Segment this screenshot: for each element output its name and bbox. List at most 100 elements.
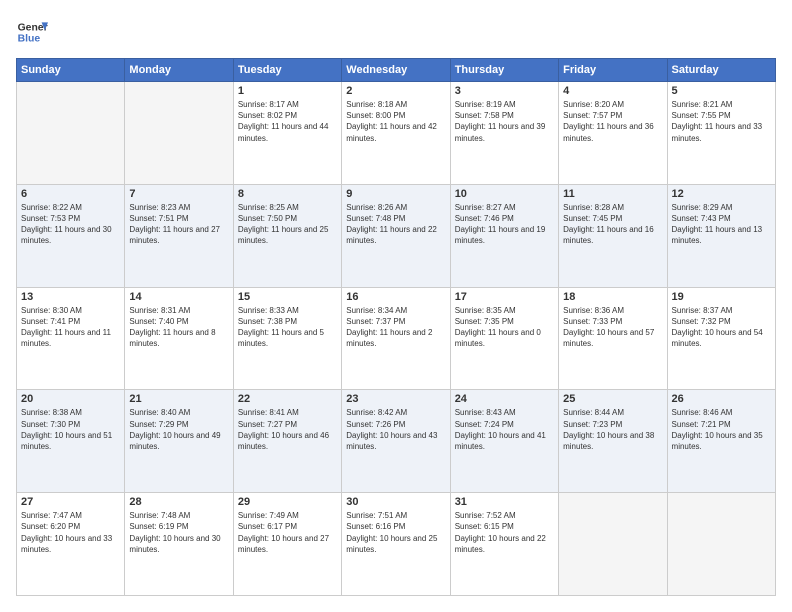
- calendar-cell: 10 Sunrise: 8:27 AM Sunset: 7:46 PM Dayli…: [450, 184, 558, 287]
- weekday-header-friday: Friday: [559, 59, 667, 82]
- day-content: Sunrise: 8:46 AM Sunset: 7:21 PM Dayligh…: [672, 407, 771, 452]
- day-content: Sunrise: 8:36 AM Sunset: 7:33 PM Dayligh…: [563, 305, 662, 350]
- day-number: 19: [672, 291, 771, 303]
- day-number: 24: [455, 393, 554, 405]
- week-row-5: 27 Sunrise: 7:47 AM Sunset: 6:20 PM Dayli…: [17, 493, 776, 596]
- calendar-cell: 12Sunrise: 8:29 AM Sunset: 7:43 PM Dayli…: [667, 184, 775, 287]
- day-number: 31: [455, 496, 554, 508]
- calendar-cell: 9 Sunrise: 8:26 AM Sunset: 7:48 PM Daylig…: [342, 184, 450, 287]
- day-content: Sunrise: 8:35 AM Sunset: 7:35 PM Dayligh…: [455, 305, 554, 350]
- day-number: 7: [129, 188, 228, 200]
- day-number: 4: [563, 85, 662, 97]
- week-row-2: 6Sunrise: 8:22 AM Sunset: 7:53 PM Daylig…: [17, 184, 776, 287]
- day-number: 10: [455, 188, 554, 200]
- calendar-cell: [667, 493, 775, 596]
- calendar-cell: 13 Sunrise: 8:30 AM Sunset: 7:41 PM Dayli…: [17, 287, 125, 390]
- weekday-header-monday: Monday: [125, 59, 233, 82]
- calendar-cell: 28 Sunrise: 7:48 AM Sunset: 6:19 PM Dayli…: [125, 493, 233, 596]
- calendar-cell: 30 Sunrise: 7:51 AM Sunset: 6:16 PM Dayli…: [342, 493, 450, 596]
- calendar-cell: 7 Sunrise: 8:23 AM Sunset: 7:51 PM Daylig…: [125, 184, 233, 287]
- day-content: Sunrise: 7:48 AM Sunset: 6:19 PM Dayligh…: [129, 510, 228, 555]
- calendar-cell: 8Sunrise: 8:25 AM Sunset: 7:50 PM Daylig…: [233, 184, 341, 287]
- day-content: Sunrise: 8:26 AM Sunset: 7:48 PM Dayligh…: [346, 202, 445, 247]
- day-content: Sunrise: 8:38 AM Sunset: 7:30 PM Dayligh…: [21, 407, 120, 452]
- calendar-cell: 1Sunrise: 8:17 AM Sunset: 8:02 PM Daylig…: [233, 82, 341, 185]
- day-content: Sunrise: 8:44 AM Sunset: 7:23 PM Dayligh…: [563, 407, 662, 452]
- calendar-cell: 25 Sunrise: 8:44 AM Sunset: 7:23 PM Dayli…: [559, 390, 667, 493]
- day-content: Sunrise: 8:30 AM Sunset: 7:41 PM Dayligh…: [21, 305, 120, 350]
- calendar-cell: 14 Sunrise: 8:31 AM Sunset: 7:40 PM Dayli…: [125, 287, 233, 390]
- day-content: Sunrise: 8:19 AM Sunset: 7:58 PM Dayligh…: [455, 99, 554, 144]
- day-number: 2: [346, 85, 445, 97]
- calendar-cell: 17 Sunrise: 8:35 AM Sunset: 7:35 PM Dayli…: [450, 287, 558, 390]
- weekday-header-wednesday: Wednesday: [342, 59, 450, 82]
- day-content: Sunrise: 7:52 AM Sunset: 6:15 PM Dayligh…: [455, 510, 554, 555]
- calendar-cell: 18 Sunrise: 8:36 AM Sunset: 7:33 PM Dayli…: [559, 287, 667, 390]
- day-content: Sunrise: 7:47 AM Sunset: 6:20 PM Dayligh…: [21, 510, 120, 555]
- page: General Blue SundayMondayTuesdayWednesda…: [0, 0, 792, 612]
- day-number: 16: [346, 291, 445, 303]
- calendar-cell: 2 Sunrise: 8:18 AM Sunset: 8:00 PM Daylig…: [342, 82, 450, 185]
- week-row-3: 13 Sunrise: 8:30 AM Sunset: 7:41 PM Dayli…: [17, 287, 776, 390]
- week-row-4: 20 Sunrise: 8:38 AM Sunset: 7:30 PM Dayli…: [17, 390, 776, 493]
- day-number: 21: [129, 393, 228, 405]
- day-content: Sunrise: 8:41 AM Sunset: 7:27 PM Dayligh…: [238, 407, 337, 452]
- day-number: 13: [21, 291, 120, 303]
- day-number: 12: [672, 188, 771, 200]
- calendar-cell: 4 Sunrise: 8:20 AM Sunset: 7:57 PM Daylig…: [559, 82, 667, 185]
- day-number: 23: [346, 393, 445, 405]
- weekday-header-saturday: Saturday: [667, 59, 775, 82]
- calendar-cell: 22 Sunrise: 8:41 AM Sunset: 7:27 PM Dayli…: [233, 390, 341, 493]
- day-number: 27: [21, 496, 120, 508]
- svg-text:Blue: Blue: [18, 34, 41, 45]
- calendar-cell: 3 Sunrise: 8:19 AM Sunset: 7:58 PM Daylig…: [450, 82, 558, 185]
- calendar-cell: [125, 82, 233, 185]
- calendar-cell: 19 Sunrise: 8:37 AM Sunset: 7:32 PM Dayli…: [667, 287, 775, 390]
- week-row-1: 1Sunrise: 8:17 AM Sunset: 8:02 PM Daylig…: [17, 82, 776, 185]
- day-number: 3: [455, 85, 554, 97]
- day-number: 29: [238, 496, 337, 508]
- weekday-header-thursday: Thursday: [450, 59, 558, 82]
- day-content: Sunrise: 7:49 AM Sunset: 6:17 PM Dayligh…: [238, 510, 337, 555]
- day-content: Sunrise: 7:51 AM Sunset: 6:16 PM Dayligh…: [346, 510, 445, 555]
- calendar-cell: 5Sunrise: 8:21 AM Sunset: 7:55 PM Daylig…: [667, 82, 775, 185]
- calendar-table: SundayMondayTuesdayWednesdayThursdayFrid…: [16, 58, 776, 596]
- day-number: 14: [129, 291, 228, 303]
- day-content: Sunrise: 8:23 AM Sunset: 7:51 PM Dayligh…: [129, 202, 228, 247]
- day-number: 5: [672, 85, 771, 97]
- calendar-cell: 6Sunrise: 8:22 AM Sunset: 7:53 PM Daylig…: [17, 184, 125, 287]
- day-number: 11: [563, 188, 662, 200]
- day-content: Sunrise: 8:31 AM Sunset: 7:40 PM Dayligh…: [129, 305, 228, 350]
- day-content: Sunrise: 8:27 AM Sunset: 7:46 PM Dayligh…: [455, 202, 554, 247]
- day-number: 28: [129, 496, 228, 508]
- day-number: 6: [21, 188, 120, 200]
- day-number: 17: [455, 291, 554, 303]
- day-content: Sunrise: 8:18 AM Sunset: 8:00 PM Dayligh…: [346, 99, 445, 144]
- day-number: 18: [563, 291, 662, 303]
- calendar-cell: 15Sunrise: 8:33 AM Sunset: 7:38 PM Dayli…: [233, 287, 341, 390]
- header: General Blue: [16, 16, 776, 48]
- day-content: Sunrise: 8:42 AM Sunset: 7:26 PM Dayligh…: [346, 407, 445, 452]
- day-content: Sunrise: 8:20 AM Sunset: 7:57 PM Dayligh…: [563, 99, 662, 144]
- calendar-cell: 24Sunrise: 8:43 AM Sunset: 7:24 PM Dayli…: [450, 390, 558, 493]
- day-content: Sunrise: 8:17 AM Sunset: 8:02 PM Dayligh…: [238, 99, 337, 144]
- calendar-cell: 16 Sunrise: 8:34 AM Sunset: 7:37 PM Dayli…: [342, 287, 450, 390]
- weekday-header-row: SundayMondayTuesdayWednesdayThursdayFrid…: [17, 59, 776, 82]
- day-number: 9: [346, 188, 445, 200]
- day-content: Sunrise: 8:37 AM Sunset: 7:32 PM Dayligh…: [672, 305, 771, 350]
- calendar-cell: 21Sunrise: 8:40 AM Sunset: 7:29 PM Dayli…: [125, 390, 233, 493]
- weekday-header-tuesday: Tuesday: [233, 59, 341, 82]
- calendar-cell: 29 Sunrise: 7:49 AM Sunset: 6:17 PM Dayli…: [233, 493, 341, 596]
- logo-icon: General Blue: [16, 16, 48, 48]
- calendar-cell: [559, 493, 667, 596]
- day-number: 25: [563, 393, 662, 405]
- day-content: Sunrise: 8:34 AM Sunset: 7:37 PM Dayligh…: [346, 305, 445, 350]
- calendar-cell: 11Sunrise: 8:28 AM Sunset: 7:45 PM Dayli…: [559, 184, 667, 287]
- day-number: 22: [238, 393, 337, 405]
- day-content: Sunrise: 8:25 AM Sunset: 7:50 PM Dayligh…: [238, 202, 337, 247]
- day-number: 20: [21, 393, 120, 405]
- day-number: 30: [346, 496, 445, 508]
- day-number: 26: [672, 393, 771, 405]
- calendar-cell: 23 Sunrise: 8:42 AM Sunset: 7:26 PM Dayli…: [342, 390, 450, 493]
- calendar-cell: 27 Sunrise: 7:47 AM Sunset: 6:20 PM Dayli…: [17, 493, 125, 596]
